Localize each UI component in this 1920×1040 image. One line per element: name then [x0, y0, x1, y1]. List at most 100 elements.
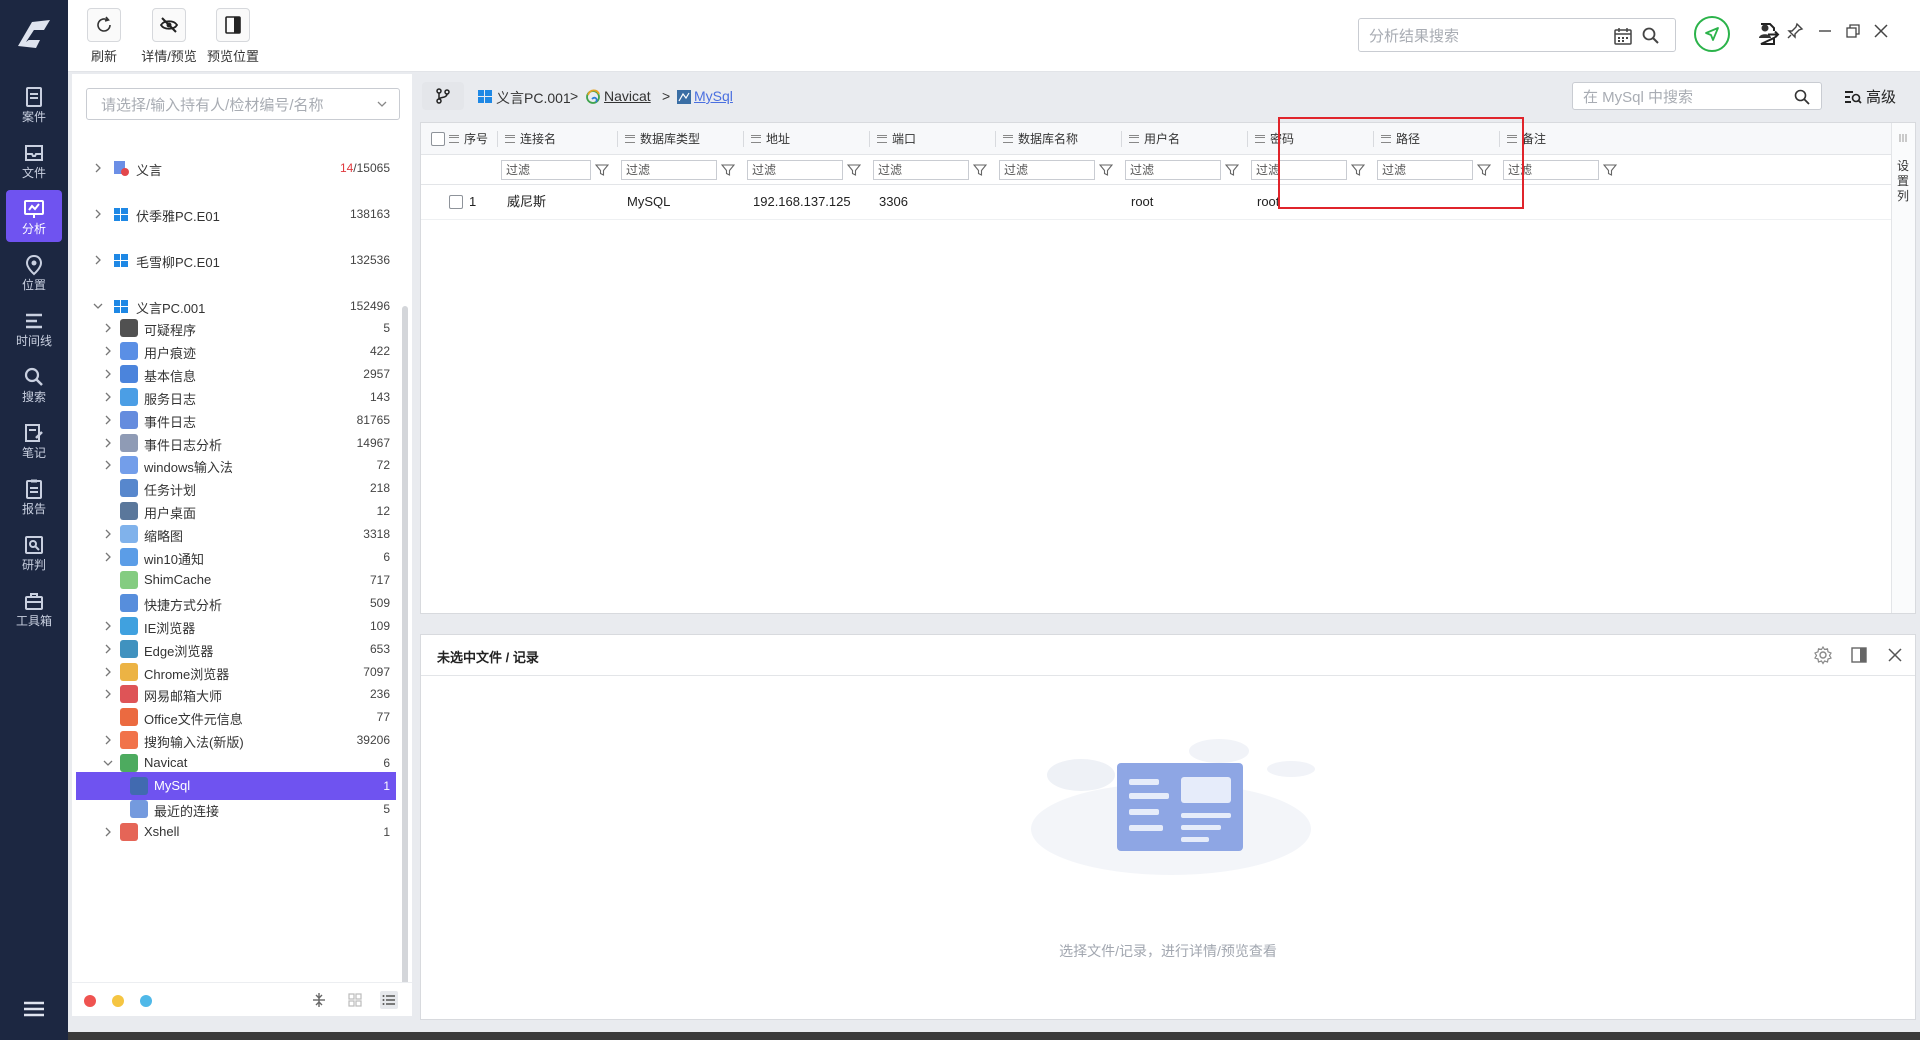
chevron-right-icon[interactable]: [102, 688, 114, 700]
close-icon[interactable]: [1885, 645, 1905, 665]
chevron-right-icon[interactable]: [102, 643, 114, 655]
red-dot-filter[interactable]: [84, 995, 96, 1007]
column-divider[interactable]: [1121, 131, 1122, 147]
user-icon[interactable]: [1754, 20, 1776, 42]
refresh-button[interactable]: 刷新: [82, 8, 126, 65]
column-header[interactable]: 用户名: [1129, 123, 1180, 155]
nav-report[interactable]: 报告: [6, 470, 62, 522]
yellow-dot-filter[interactable]: [112, 995, 124, 1007]
chevron-right-icon[interactable]: [102, 666, 114, 678]
chevron-right-icon[interactable]: [102, 620, 114, 632]
column-divider[interactable]: [497, 131, 498, 147]
nav-case[interactable]: 案件: [6, 78, 62, 130]
filter-icon[interactable]: [721, 163, 735, 177]
tree-root-yiyan[interactable]: 义言 14/15065: [76, 154, 396, 182]
restore-icon[interactable]: [1842, 20, 1864, 42]
chevron-down-icon[interactable]: [102, 757, 114, 769]
hamburger-menu-icon[interactable]: [20, 998, 48, 1020]
grid-view-icon[interactable]: [346, 991, 364, 1009]
select-all-checkbox[interactable]: [431, 132, 445, 146]
table-cell-name[interactable]: 威尼斯: [507, 185, 546, 219]
branch-button[interactable]: [422, 82, 464, 110]
filter-icon[interactable]: [847, 163, 861, 177]
advanced-search-button[interactable]: 高级: [1844, 86, 1896, 107]
column-filter-input[interactable]: 过滤: [621, 160, 717, 180]
nav-location[interactable]: 位置: [6, 246, 62, 298]
filter-icon[interactable]: [595, 163, 609, 177]
tree-item[interactable]: Xshell 1: [76, 818, 396, 846]
column-filter-input[interactable]: 过滤: [501, 160, 591, 180]
nav-judge[interactable]: 研判: [6, 526, 62, 578]
chevron-right-icon[interactable]: [102, 459, 114, 471]
chevron-right-icon[interactable]: [102, 391, 114, 403]
column-menu-icon[interactable]: [1129, 134, 1139, 143]
column-menu-icon[interactable]: [1255, 134, 1265, 143]
pin-icon[interactable]: [1784, 20, 1806, 42]
minimize-icon[interactable]: [1814, 20, 1836, 42]
row-checkbox[interactable]: [449, 195, 463, 209]
chevron-right-icon[interactable]: [102, 528, 114, 540]
column-settings-button[interactable]: 设置列: [1891, 123, 1915, 613]
nav-note[interactable]: 笔记: [6, 414, 62, 466]
tree-root-maoxueliu[interactable]: 毛雪柳PC.E01 132536: [76, 246, 396, 274]
column-header[interactable]: 数据库类型: [625, 123, 700, 155]
evidence-search-input[interactable]: [101, 94, 371, 116]
column-menu-icon[interactable]: [505, 134, 515, 143]
table-cell-user[interactable]: root: [1131, 185, 1153, 219]
search-icon[interactable]: [1641, 26, 1661, 46]
chevron-right-icon[interactable]: [102, 414, 114, 426]
chevron-right-icon[interactable]: [102, 826, 114, 838]
chevron-right-icon[interactable]: [102, 551, 114, 563]
panel-right-icon[interactable]: [1849, 645, 1869, 665]
close-icon[interactable]: [1870, 20, 1892, 42]
chevron-right-icon[interactable]: [92, 162, 104, 174]
chevron-right-icon[interactable]: [102, 368, 114, 380]
column-filter-input[interactable]: 过滤: [1125, 160, 1221, 180]
column-header[interactable]: 序号: [449, 123, 488, 155]
tree-root-fujiya[interactable]: 伏季雅PC.E01 138163: [76, 200, 396, 228]
filter-icon[interactable]: [1225, 163, 1239, 177]
nav-search[interactable]: 搜索: [6, 358, 62, 410]
nav-toolbox[interactable]: 工具箱: [6, 582, 62, 634]
column-divider[interactable]: [869, 131, 870, 147]
chevron-right-icon[interactable]: [102, 322, 114, 334]
tree-scrollbar[interactable]: [402, 306, 408, 986]
column-menu-icon[interactable]: [625, 134, 635, 143]
chevron-right-icon[interactable]: [102, 345, 114, 357]
column-filter-input[interactable]: 过滤: [999, 160, 1095, 180]
blue-dot-filter[interactable]: [140, 995, 152, 1007]
column-header[interactable]: 连接名: [505, 123, 556, 155]
column-divider[interactable]: [617, 131, 618, 147]
result-search-input[interactable]: [1369, 25, 1599, 47]
detail-preview-button[interactable]: 详情/预览: [138, 8, 200, 65]
collapse-all-icon[interactable]: [310, 991, 328, 1009]
breadcrumb-item-mysql[interactable]: MySql: [694, 88, 733, 104]
column-menu-icon[interactable]: [877, 134, 887, 143]
chevron-down-icon[interactable]: [375, 97, 389, 111]
nav-analysis[interactable]: 分析: [6, 190, 62, 242]
evidence-selector[interactable]: [86, 88, 400, 120]
calendar-icon[interactable]: [1613, 26, 1633, 46]
breadcrumb-item-device[interactable]: 义言PC.001: [496, 88, 571, 108]
nav-file[interactable]: 文件: [6, 134, 62, 186]
column-header[interactable]: 地址: [751, 123, 790, 155]
list-view-icon[interactable]: [380, 991, 398, 1009]
table-cell-address[interactable]: 192.168.137.125: [753, 185, 851, 219]
column-filter-input[interactable]: 过滤: [873, 160, 969, 180]
chevron-right-icon[interactable]: [102, 437, 114, 449]
chevron-right-icon[interactable]: [92, 254, 104, 266]
column-divider[interactable]: [1247, 131, 1248, 147]
chevron-down-icon[interactable]: [92, 300, 104, 312]
column-divider[interactable]: [743, 131, 744, 147]
column-header[interactable]: 端口: [877, 123, 916, 155]
chevron-right-icon[interactable]: [92, 208, 104, 220]
table-cell-db-type[interactable]: MySQL: [627, 185, 670, 219]
preview-position-button[interactable]: 预览位置: [202, 8, 264, 65]
column-menu-icon[interactable]: [751, 134, 761, 143]
table-cell-password[interactable]: root: [1257, 185, 1279, 219]
table-cell-index[interactable]: 1: [469, 185, 476, 219]
column-divider[interactable]: [995, 131, 996, 147]
table-cell-port[interactable]: 3306: [879, 185, 908, 219]
locate-button[interactable]: [1694, 16, 1730, 52]
column-header[interactable]: 数据库名称: [1003, 123, 1078, 155]
